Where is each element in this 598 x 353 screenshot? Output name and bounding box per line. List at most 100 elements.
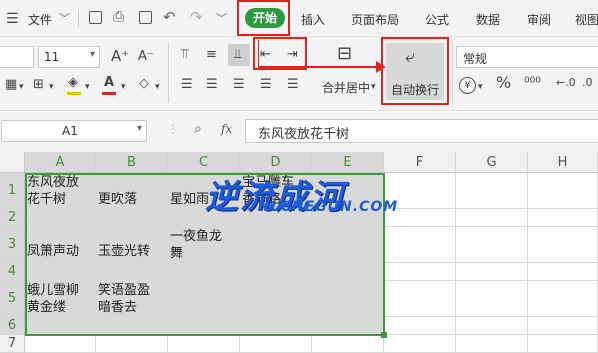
chevron-down-icon[interactable]: ﹀ (216, 10, 227, 26)
divider (78, 9, 79, 27)
arrow-annotation (258, 40, 386, 73)
cell-g7[interactable] (456, 335, 528, 353)
formula-input[interactable]: 东风夜放花千树 (245, 119, 598, 143)
tab-formulas[interactable]: 公式 (425, 11, 449, 28)
undo-icon[interactable]: ↶ (163, 8, 176, 26)
chevron-down-icon[interactable]: ▾ (49, 79, 54, 95)
align-bottom-button[interactable]: ⫫ (228, 44, 250, 66)
cell-b7[interactable] (96, 335, 168, 353)
cell-h2[interactable] (528, 209, 598, 227)
fill-handle[interactable] (381, 332, 387, 338)
cell-d7[interactable] (240, 335, 312, 353)
chevron-down-icon[interactable]: ▾ (478, 79, 483, 95)
decrease-decimal-icon[interactable]: .0 (582, 75, 593, 91)
tab-data[interactable]: 数据 (476, 11, 500, 28)
cell-h1[interactable] (528, 173, 598, 209)
column-header-g[interactable]: G (456, 152, 528, 173)
highlight-home-tab (237, 0, 290, 36)
select-all-corner[interactable] (0, 152, 25, 173)
fill-color-icon[interactable]: ◈ (68, 75, 78, 91)
chevron-down-icon[interactable]: ▾ (19, 79, 24, 95)
align-bottom-icon: ⫫ (234, 47, 242, 62)
cell-f4[interactable] (384, 263, 456, 281)
column-header-f[interactable]: F (384, 152, 456, 173)
file-menu[interactable]: 文件 (28, 11, 52, 28)
percent-icon[interactable]: % (496, 75, 511, 91)
column-header-a[interactable]: A (25, 152, 96, 173)
menu-bar: ☰ 文件 ﹀ ⎙ ↶ ↷ ﹀ 开始 插入 页面布局 公式 数据 审阅 视图 (0, 0, 598, 37)
formula-bar: A1 ▾ ⋮ ⌕ fx 东风夜放花千树 (0, 112, 598, 152)
thousands-separator-icon[interactable]: ⁰⁰⁰ (524, 75, 541, 91)
name-box[interactable]: A1 ▾ (1, 120, 147, 142)
cell-f7[interactable] (384, 335, 456, 353)
cell-h7[interactable] (528, 335, 598, 353)
column-header-b[interactable]: B (96, 152, 168, 173)
save-icon[interactable] (89, 11, 102, 24)
merge-center-label[interactable]: 合并居中 (322, 79, 370, 96)
eraser-icon[interactable]: ◇ (139, 76, 149, 92)
tab-page-layout[interactable]: 页面布局 (351, 11, 399, 28)
chevron-down-icon[interactable]: ▾ (371, 79, 376, 95)
align-top-icon[interactable]: ⫪ (181, 47, 188, 63)
font-name-dropdown[interactable] (0, 46, 34, 68)
row-header-4[interactable]: 4 (0, 263, 25, 281)
cell-g2[interactable] (456, 209, 528, 227)
fx-label[interactable]: fx (221, 122, 232, 136)
column-header-h[interactable]: H (528, 152, 598, 173)
menu-icon[interactable]: ☰ (6, 11, 19, 27)
justify-icon[interactable]: ☰ (260, 77, 272, 93)
zoom-icon[interactable]: ⌕ (194, 121, 202, 137)
cell-f5[interactable] (384, 281, 456, 317)
row-header-5[interactable]: 5 (0, 281, 25, 317)
cell-h4[interactable] (528, 263, 598, 281)
cell-c7[interactable] (168, 335, 240, 353)
cell-h6[interactable] (528, 317, 598, 335)
row-header-2[interactable]: 2 (0, 209, 25, 227)
font-size-value: 11 (44, 50, 60, 64)
cell-f6[interactable] (384, 317, 456, 335)
align-left-icon[interactable]: ☰ (181, 77, 193, 93)
highlight-wrap-text (381, 37, 449, 105)
cell-e7[interactable] (312, 335, 384, 353)
tab-view[interactable]: 视图 (575, 11, 598, 28)
chevron-down-icon[interactable]: ▾ (155, 79, 160, 95)
cell-style-icon[interactable]: ⊞ (33, 77, 44, 93)
border-icon[interactable]: ▦ (5, 77, 17, 93)
cell-g1[interactable] (456, 173, 528, 209)
chevron-down-icon[interactable]: ▾ (85, 79, 90, 95)
cell-h3[interactable] (528, 227, 598, 263)
redo-icon[interactable]: ↷ (190, 8, 203, 26)
cell-g4[interactable] (456, 263, 528, 281)
distributed-icon[interactable]: ☰ (287, 77, 299, 93)
row-header-1[interactable]: 1 (0, 173, 25, 209)
font-color-icon[interactable]: A (104, 75, 114, 91)
align-middle-icon[interactable]: ≡ (206, 47, 217, 63)
divider (168, 43, 169, 103)
chevron-down-icon[interactable]: ﹀ (59, 10, 70, 26)
increase-decimal-icon[interactable]: ←.0 (556, 75, 576, 91)
cell-g6[interactable] (456, 317, 528, 335)
align-right-icon[interactable]: ☰ (233, 77, 245, 93)
row-header-3[interactable]: 3 (0, 227, 25, 263)
spreadsheet-grid[interactable]: A B C D E F G H 1 2 3 4 5 6 7 东风夜放 花千树 更… (0, 152, 598, 353)
currency-icon[interactable]: ¥ (459, 77, 476, 94)
row-header-7[interactable]: 7 (0, 335, 25, 353)
font-color-bar (102, 92, 116, 95)
cell-g3[interactable] (456, 227, 528, 263)
print-icon[interactable]: ⎙ (113, 9, 124, 25)
cell-a7[interactable] (25, 335, 96, 353)
chevron-down-icon[interactable]: ▾ (121, 79, 126, 95)
chevron-down-icon: ▾ (136, 123, 142, 134)
cell-g5[interactable] (456, 281, 528, 317)
cell-f3[interactable] (384, 227, 456, 263)
increase-font-icon[interactable]: A⁺ (111, 48, 129, 64)
print-preview-icon[interactable] (139, 11, 152, 24)
cell-h5[interactable] (528, 281, 598, 317)
number-format-dropdown[interactable]: 常规 (456, 46, 598, 68)
row-header-6[interactable]: 6 (0, 317, 25, 335)
tab-insert[interactable]: 插入 (301, 11, 325, 28)
align-center-icon[interactable]: ☰ (206, 77, 218, 93)
tab-review[interactable]: 审阅 (527, 11, 551, 28)
decrease-font-icon[interactable]: A⁻ (138, 49, 154, 65)
font-size-dropdown[interactable]: 11 ▾ (38, 46, 100, 68)
